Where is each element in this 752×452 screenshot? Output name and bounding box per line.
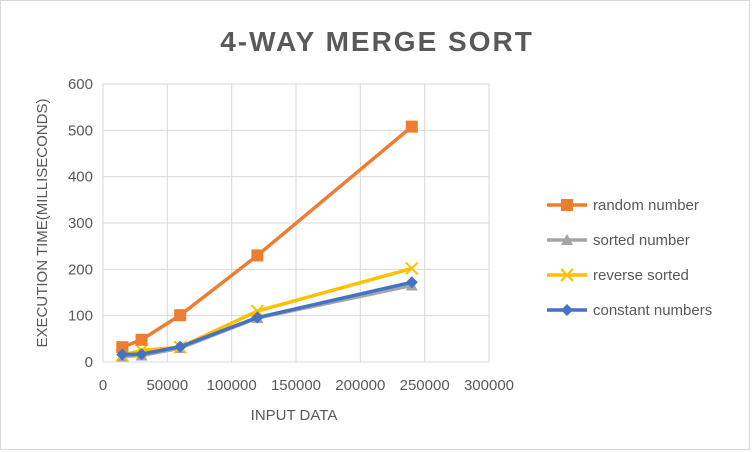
x-axis-label: INPUT DATA — [251, 407, 338, 424]
data-point — [251, 249, 264, 262]
x-tick-label: 150000 — [271, 377, 321, 394]
y-axis-label: EXECUTION TIME(MILLISECONDS) — [34, 99, 51, 348]
y-tick-label: 100 — [68, 308, 93, 325]
series-layer — [115, 120, 419, 362]
legend-item: random number — [547, 197, 699, 214]
y-tick-label: 400 — [68, 169, 93, 186]
legend-item: constant numbers — [547, 302, 712, 319]
series-reverse-sorted — [115, 261, 419, 362]
legend-item: reverse sorted — [547, 267, 689, 284]
legend-label: reverse sorted — [593, 267, 689, 284]
data-point — [135, 333, 148, 346]
legend-label: constant numbers — [593, 302, 712, 319]
series-line — [120, 283, 414, 359]
chart-svg: 4-WAY MERGE SORT 0 100 200 300 400 500 600 0 500… — [34, 26, 712, 424]
series-line — [120, 266, 414, 357]
tick-layer: 0 100 200 300 400 500 600 0 50000 100000 150000 200… — [68, 76, 514, 394]
legend: random number sorted number reverse sorted… — [547, 197, 712, 319]
legend-label: random number — [593, 197, 699, 214]
x-tick-label: 100000 — [207, 377, 257, 394]
x-tick-label: 50000 — [146, 377, 188, 394]
chart-title: 4-WAY MERGE SORT — [220, 26, 534, 57]
legend-item: sorted number — [547, 232, 690, 249]
legend-marker — [561, 304, 573, 316]
legend-label: sorted number — [593, 232, 690, 249]
y-tick-label: 600 — [68, 76, 93, 93]
data-point — [174, 309, 187, 322]
data-point — [405, 120, 418, 133]
series-line — [120, 280, 414, 357]
x-tick-label: 0 — [99, 377, 107, 394]
y-tick-label: 500 — [68, 122, 93, 139]
y-tick-label: 300 — [68, 215, 93, 232]
x-tick-label: 250000 — [400, 377, 450, 394]
y-tick-label: 200 — [68, 261, 93, 278]
legend-marker — [561, 199, 573, 211]
y-tick-label: 0 — [85, 354, 93, 371]
x-tick-label: 200000 — [335, 377, 385, 394]
x-tick-label: 300000 — [464, 377, 514, 394]
chart-frame: 4-WAY MERGE SORT 0 100 200 300 400 500 600 0 500… — [0, 0, 750, 450]
series-random-number — [116, 120, 418, 354]
